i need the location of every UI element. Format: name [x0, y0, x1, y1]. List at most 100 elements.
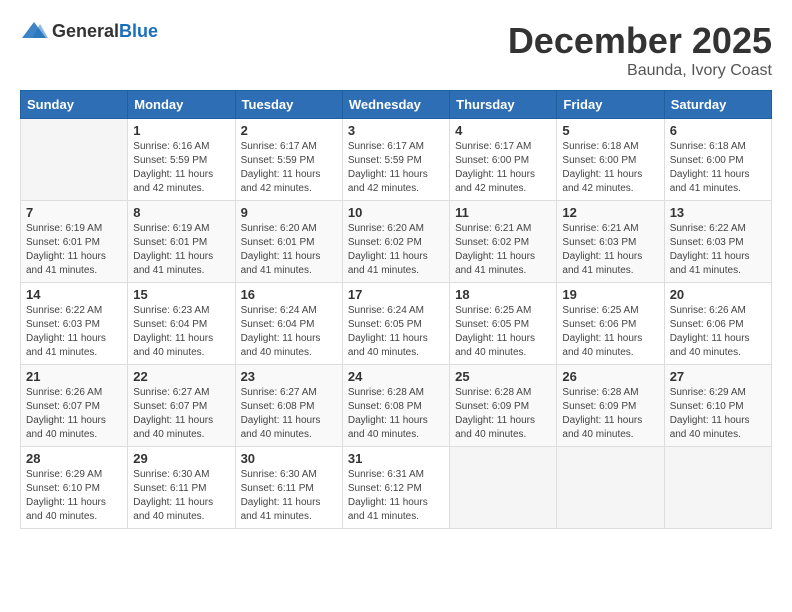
calendar-cell: 27 Sunrise: 6:29 AMSunset: 6:10 PMDaylig… — [664, 365, 771, 447]
calendar-table: Sunday Monday Tuesday Wednesday Thursday… — [20, 90, 772, 529]
calendar-week-3: 14 Sunrise: 6:22 AMSunset: 6:03 PMDaylig… — [21, 283, 772, 365]
calendar-cell: 12 Sunrise: 6:21 AMSunset: 6:03 PMDaylig… — [557, 201, 664, 283]
day-number: 11 — [455, 205, 551, 220]
calendar-cell: 25 Sunrise: 6:28 AMSunset: 6:09 PMDaylig… — [450, 365, 557, 447]
day-number: 17 — [348, 287, 444, 302]
day-number: 8 — [133, 205, 229, 220]
day-info: Sunrise: 6:20 AMSunset: 6:01 PMDaylight:… — [241, 223, 321, 276]
day-info: Sunrise: 6:28 AMSunset: 6:09 PMDaylight:… — [455, 387, 535, 440]
calendar-cell: 11 Sunrise: 6:21 AMSunset: 6:02 PMDaylig… — [450, 201, 557, 283]
title-section: December 2025 Baunda, Ivory Coast — [508, 20, 772, 80]
col-saturday: Saturday — [664, 91, 771, 119]
page-header: GeneralBlue December 2025 Baunda, Ivory … — [20, 20, 772, 80]
col-tuesday: Tuesday — [235, 91, 342, 119]
day-info: Sunrise: 6:17 AMSunset: 5:59 PMDaylight:… — [348, 141, 428, 194]
day-info: Sunrise: 6:27 AMSunset: 6:08 PMDaylight:… — [241, 387, 321, 440]
day-number: 19 — [562, 287, 658, 302]
logo-icon — [20, 20, 48, 42]
day-number: 22 — [133, 369, 229, 384]
day-info: Sunrise: 6:19 AMSunset: 6:01 PMDaylight:… — [133, 223, 213, 276]
day-info: Sunrise: 6:26 AMSunset: 6:07 PMDaylight:… — [26, 387, 106, 440]
day-info: Sunrise: 6:17 AMSunset: 6:00 PMDaylight:… — [455, 141, 535, 194]
day-number: 5 — [562, 123, 658, 138]
day-number: 9 — [241, 205, 337, 220]
day-info: Sunrise: 6:23 AMSunset: 6:04 PMDaylight:… — [133, 305, 213, 358]
calendar-cell: 19 Sunrise: 6:25 AMSunset: 6:06 PMDaylig… — [557, 283, 664, 365]
header-row: Sunday Monday Tuesday Wednesday Thursday… — [21, 91, 772, 119]
day-info: Sunrise: 6:16 AMSunset: 5:59 PMDaylight:… — [133, 141, 213, 194]
calendar-cell: 18 Sunrise: 6:25 AMSunset: 6:05 PMDaylig… — [450, 283, 557, 365]
calendar-week-4: 21 Sunrise: 6:26 AMSunset: 6:07 PMDaylig… — [21, 365, 772, 447]
day-number: 14 — [26, 287, 122, 302]
day-info: Sunrise: 6:30 AMSunset: 6:11 PMDaylight:… — [241, 469, 321, 522]
calendar-cell: 24 Sunrise: 6:28 AMSunset: 6:08 PMDaylig… — [342, 365, 449, 447]
day-number: 30 — [241, 451, 337, 466]
col-monday: Monday — [128, 91, 235, 119]
day-info: Sunrise: 6:18 AMSunset: 6:00 PMDaylight:… — [670, 141, 750, 194]
day-info: Sunrise: 6:31 AMSunset: 6:12 PMDaylight:… — [348, 469, 428, 522]
day-info: Sunrise: 6:29 AMSunset: 6:10 PMDaylight:… — [670, 387, 750, 440]
day-number: 4 — [455, 123, 551, 138]
day-number: 13 — [670, 205, 766, 220]
day-number: 2 — [241, 123, 337, 138]
day-number: 10 — [348, 205, 444, 220]
day-number: 21 — [26, 369, 122, 384]
day-number: 1 — [133, 123, 229, 138]
day-info: Sunrise: 6:25 AMSunset: 6:05 PMDaylight:… — [455, 305, 535, 358]
day-info: Sunrise: 6:28 AMSunset: 6:08 PMDaylight:… — [348, 387, 428, 440]
calendar-cell — [557, 447, 664, 529]
calendar-cell: 4 Sunrise: 6:17 AMSunset: 6:00 PMDayligh… — [450, 119, 557, 201]
day-info: Sunrise: 6:22 AMSunset: 6:03 PMDaylight:… — [26, 305, 106, 358]
calendar-cell: 21 Sunrise: 6:26 AMSunset: 6:07 PMDaylig… — [21, 365, 128, 447]
calendar-cell: 3 Sunrise: 6:17 AMSunset: 5:59 PMDayligh… — [342, 119, 449, 201]
calendar-cell: 10 Sunrise: 6:20 AMSunset: 6:02 PMDaylig… — [342, 201, 449, 283]
calendar-cell: 26 Sunrise: 6:28 AMSunset: 6:09 PMDaylig… — [557, 365, 664, 447]
day-info: Sunrise: 6:18 AMSunset: 6:00 PMDaylight:… — [562, 141, 642, 194]
calendar-cell: 13 Sunrise: 6:22 AMSunset: 6:03 PMDaylig… — [664, 201, 771, 283]
location-title: Baunda, Ivory Coast — [508, 62, 772, 80]
day-info: Sunrise: 6:26 AMSunset: 6:06 PMDaylight:… — [670, 305, 750, 358]
day-info: Sunrise: 6:17 AMSunset: 5:59 PMDaylight:… — [241, 141, 321, 194]
day-info: Sunrise: 6:29 AMSunset: 6:10 PMDaylight:… — [26, 469, 106, 522]
day-info: Sunrise: 6:25 AMSunset: 6:06 PMDaylight:… — [562, 305, 642, 358]
calendar-cell: 29 Sunrise: 6:30 AMSunset: 6:11 PMDaylig… — [128, 447, 235, 529]
col-friday: Friday — [557, 91, 664, 119]
calendar-cell: 7 Sunrise: 6:19 AMSunset: 6:01 PMDayligh… — [21, 201, 128, 283]
calendar-cell: 15 Sunrise: 6:23 AMSunset: 6:04 PMDaylig… — [128, 283, 235, 365]
calendar-cell: 23 Sunrise: 6:27 AMSunset: 6:08 PMDaylig… — [235, 365, 342, 447]
day-number: 27 — [670, 369, 766, 384]
day-number: 3 — [348, 123, 444, 138]
day-number: 12 — [562, 205, 658, 220]
calendar-cell: 1 Sunrise: 6:16 AMSunset: 5:59 PMDayligh… — [128, 119, 235, 201]
day-info: Sunrise: 6:21 AMSunset: 6:02 PMDaylight:… — [455, 223, 535, 276]
day-info: Sunrise: 6:21 AMSunset: 6:03 PMDaylight:… — [562, 223, 642, 276]
calendar-cell: 6 Sunrise: 6:18 AMSunset: 6:00 PMDayligh… — [664, 119, 771, 201]
calendar-cell: 8 Sunrise: 6:19 AMSunset: 6:01 PMDayligh… — [128, 201, 235, 283]
day-number: 31 — [348, 451, 444, 466]
day-info: Sunrise: 6:28 AMSunset: 6:09 PMDaylight:… — [562, 387, 642, 440]
calendar-cell: 5 Sunrise: 6:18 AMSunset: 6:00 PMDayligh… — [557, 119, 664, 201]
col-wednesday: Wednesday — [342, 91, 449, 119]
calendar-cell: 31 Sunrise: 6:31 AMSunset: 6:12 PMDaylig… — [342, 447, 449, 529]
calendar-week-1: 1 Sunrise: 6:16 AMSunset: 5:59 PMDayligh… — [21, 119, 772, 201]
calendar-cell — [450, 447, 557, 529]
day-number: 25 — [455, 369, 551, 384]
calendar-cell: 16 Sunrise: 6:24 AMSunset: 6:04 PMDaylig… — [235, 283, 342, 365]
calendar-cell: 28 Sunrise: 6:29 AMSunset: 6:10 PMDaylig… — [21, 447, 128, 529]
day-number: 23 — [241, 369, 337, 384]
day-info: Sunrise: 6:19 AMSunset: 6:01 PMDaylight:… — [26, 223, 106, 276]
logo: GeneralBlue — [20, 20, 158, 42]
calendar-cell: 30 Sunrise: 6:30 AMSunset: 6:11 PMDaylig… — [235, 447, 342, 529]
calendar-cell — [664, 447, 771, 529]
day-info: Sunrise: 6:20 AMSunset: 6:02 PMDaylight:… — [348, 223, 428, 276]
day-number: 7 — [26, 205, 122, 220]
day-info: Sunrise: 6:30 AMSunset: 6:11 PMDaylight:… — [133, 469, 213, 522]
day-info: Sunrise: 6:27 AMSunset: 6:07 PMDaylight:… — [133, 387, 213, 440]
day-info: Sunrise: 6:24 AMSunset: 6:05 PMDaylight:… — [348, 305, 428, 358]
day-number: 16 — [241, 287, 337, 302]
day-info: Sunrise: 6:22 AMSunset: 6:03 PMDaylight:… — [670, 223, 750, 276]
calendar-cell: 9 Sunrise: 6:20 AMSunset: 6:01 PMDayligh… — [235, 201, 342, 283]
calendar-cell: 20 Sunrise: 6:26 AMSunset: 6:06 PMDaylig… — [664, 283, 771, 365]
logo-general: GeneralBlue — [52, 21, 158, 42]
day-number: 6 — [670, 123, 766, 138]
